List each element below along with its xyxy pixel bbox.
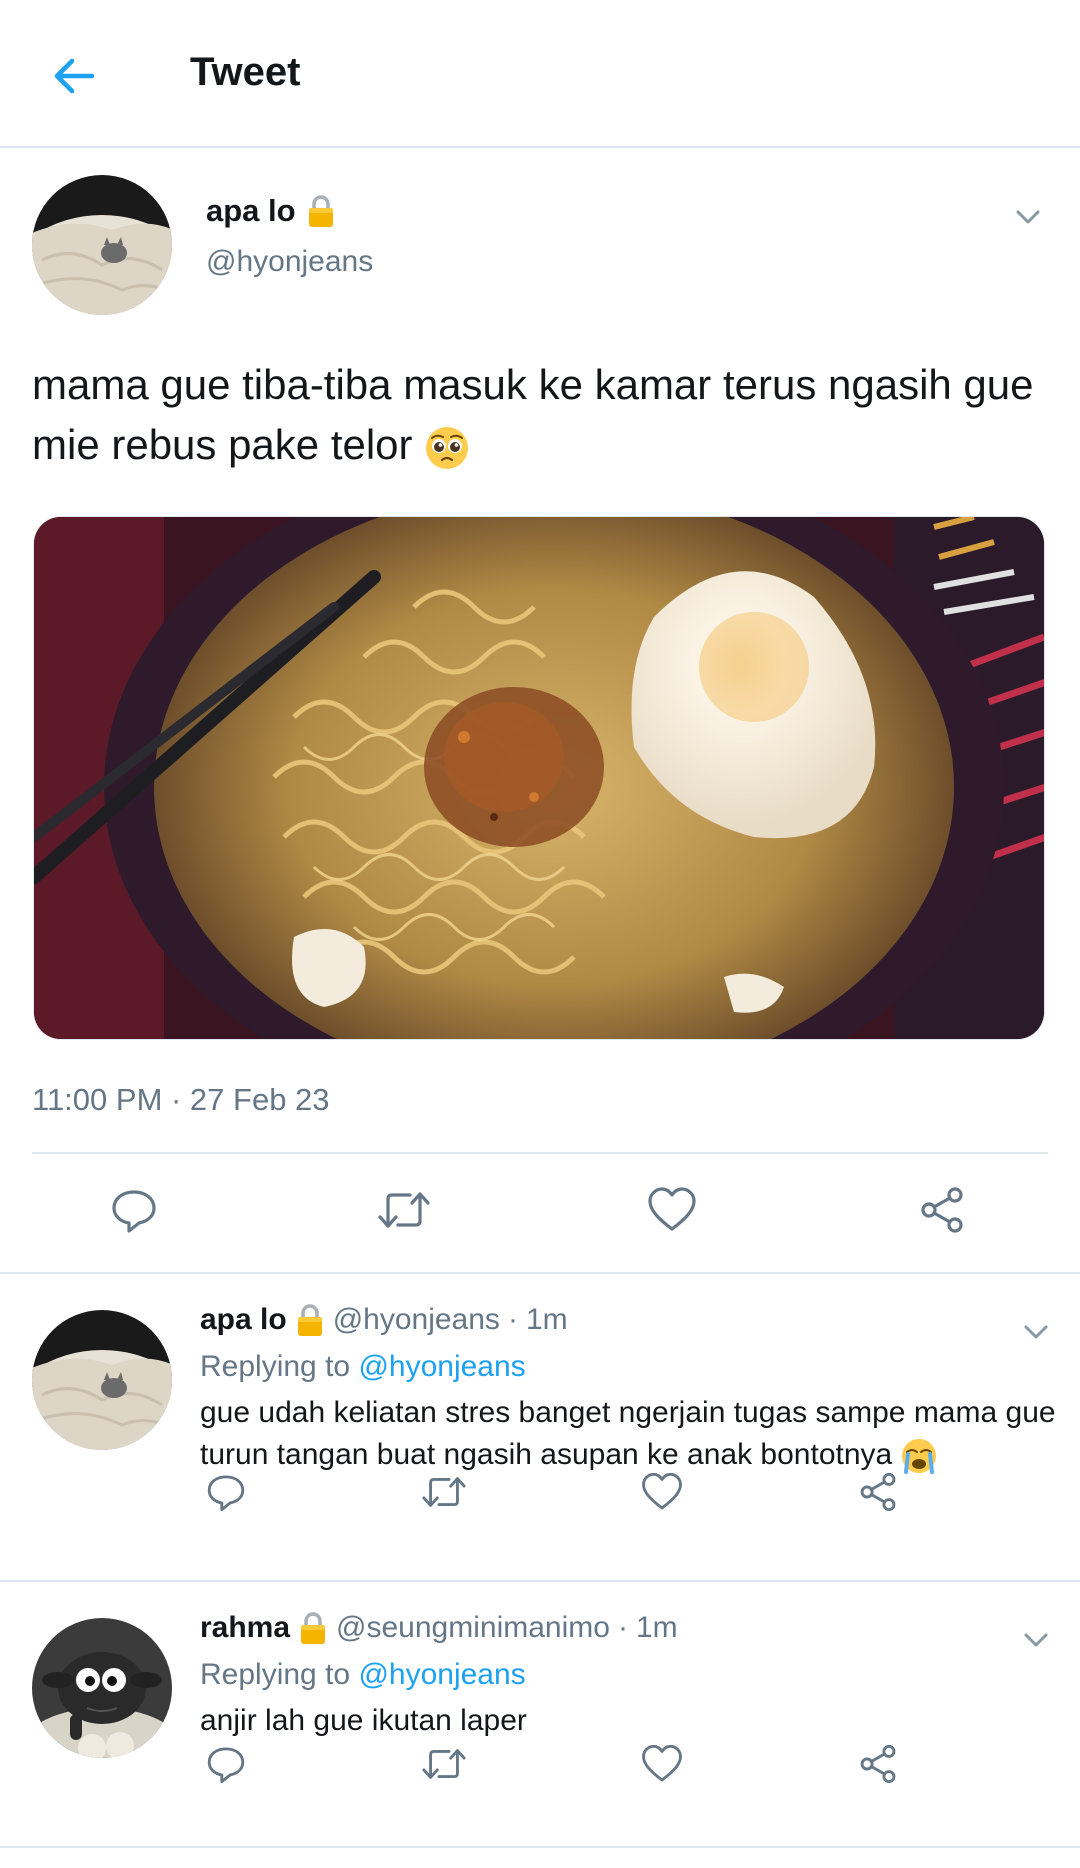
retweet-button[interactable] (414, 1734, 474, 1794)
chevron-down-icon[interactable] (1010, 199, 1046, 235)
reply-button[interactable] (196, 1462, 256, 1522)
reply-button[interactable] (196, 1734, 256, 1794)
separator-dot: · (617, 1611, 628, 1644)
replying-to: Replying to @hyonjeans (200, 1350, 526, 1383)
avatar[interactable] (32, 175, 172, 315)
arrow-left-icon (54, 58, 95, 94)
tweet-text: mama gue tiba-tiba masuk ke kamar terus … (32, 355, 1042, 475)
share-icon (921, 1187, 963, 1233)
author-name[interactable]: apa lo (206, 193, 336, 229)
tweet-media-image[interactable] (33, 516, 1045, 1040)
heart-icon (648, 1187, 696, 1231)
retweet-button[interactable] (374, 1180, 434, 1240)
reply-icon (207, 1747, 245, 1784)
reply-icon (207, 1475, 245, 1512)
author-handle[interactable]: @hyonjeans (206, 245, 373, 279)
lock-icon (308, 195, 333, 227)
share-button[interactable] (848, 1734, 908, 1794)
heart-icon (642, 1472, 682, 1510)
separator-dot: · (507, 1303, 518, 1336)
avatar[interactable] (32, 1310, 172, 1450)
reply-tweet[interactable]: rahma @seungminimanimo · 1m Replying to … (0, 1588, 1080, 1858)
lock-icon (297, 1304, 322, 1336)
noodle-photo (34, 517, 1044, 1039)
retweet-icon (422, 1749, 466, 1779)
reply-header: rahma @seungminimanimo · 1m (200, 1610, 678, 1646)
reply-author-name[interactable]: apa lo (200, 1303, 287, 1337)
lock-icon (301, 1612, 326, 1644)
retweet-icon (422, 1477, 466, 1507)
pleading-face-emoji-icon (426, 426, 469, 469)
heart-icon (642, 1744, 682, 1782)
reply-time: 1m (635, 1611, 678, 1644)
share-icon (860, 1744, 896, 1784)
divider (32, 1152, 1048, 1154)
divider (0, 1272, 1080, 1274)
chevron-down-icon[interactable] (1018, 1622, 1054, 1658)
reply-tweet[interactable]: apa lo @hyonjeans · 1m Replying to @hyon… (0, 1280, 1080, 1580)
avatar-image (32, 1310, 172, 1450)
like-button[interactable] (642, 1180, 702, 1240)
reply-header: apa lo @hyonjeans · 1m (200, 1302, 568, 1338)
top-bar: Tweet (0, 0, 1080, 148)
reply-button[interactable] (104, 1180, 164, 1240)
share-icon (860, 1472, 896, 1512)
reply-author-handle[interactable]: @seungminimanimo (336, 1611, 610, 1645)
reply-actions (0, 1734, 1080, 1794)
tweet-actions (0, 1178, 1080, 1248)
retweet-button[interactable] (414, 1462, 474, 1522)
tweet-timestamp[interactable]: 11:00 PM · 27 Feb 23 (32, 1082, 330, 1118)
reply-actions (0, 1462, 1080, 1522)
chevron-down-icon[interactable] (1018, 1314, 1054, 1350)
avatar-image (32, 175, 172, 315)
share-button[interactable] (912, 1180, 972, 1240)
reply-icon (112, 1190, 156, 1233)
divider (0, 1846, 1080, 1848)
reply-time: 1m (525, 1303, 568, 1336)
retweet-icon (378, 1192, 430, 1228)
like-button[interactable] (632, 1734, 692, 1794)
like-button[interactable] (632, 1462, 692, 1522)
divider (0, 1580, 1080, 1582)
replying-to: Replying to @hyonjeans (200, 1658, 526, 1691)
replying-to-link[interactable]: @hyonjeans (358, 1350, 525, 1383)
back-button[interactable] (44, 46, 104, 106)
replying-to-link[interactable]: @hyonjeans (358, 1658, 525, 1691)
share-button[interactable] (848, 1462, 908, 1522)
tweet-author: apa lo @hyonjeans (32, 175, 1052, 325)
reply-author-handle[interactable]: @hyonjeans (333, 1303, 500, 1337)
page-title: Tweet (190, 50, 301, 94)
reply-author-name[interactable]: rahma (200, 1611, 290, 1645)
